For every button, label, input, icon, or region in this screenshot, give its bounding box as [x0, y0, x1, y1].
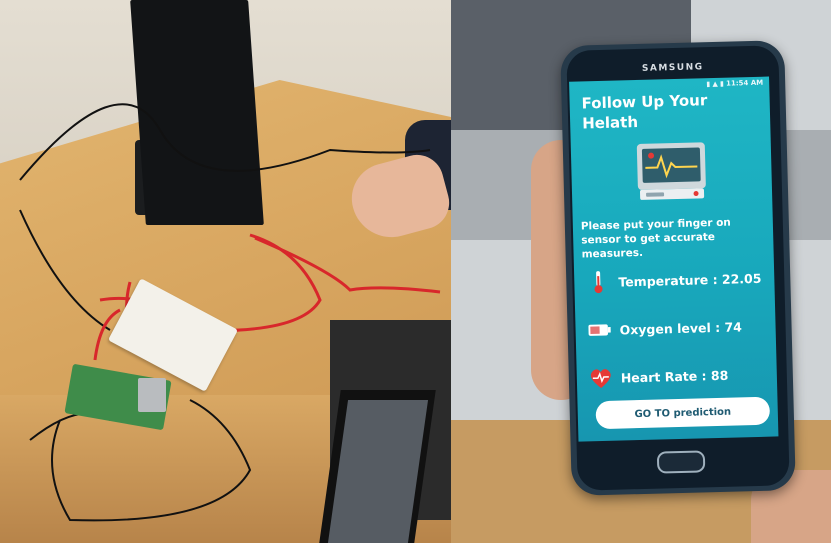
instructions-text: Please put your finger on sensor to get …: [580, 216, 731, 261]
smartphone: SAMSUNG ▮ ▲ ▮ 11:54 AM Follow Up Your He…: [560, 40, 796, 496]
usb-ports: [138, 378, 166, 412]
hardware-setup-photo: [0, 0, 451, 543]
battery-icon: [587, 318, 612, 343]
home-button[interactable]: [656, 450, 706, 474]
health-monitor-icon: [636, 142, 706, 200]
phone-app-photo: SAMSUNG ▮ ▲ ▮ 11:54 AM Follow Up Your He…: [451, 0, 831, 543]
oxygen-label: Oxygen level : 74: [619, 318, 743, 338]
heart-rate-row: Heart Rate : 88: [589, 361, 776, 392]
status-time: 11:54 AM: [725, 78, 764, 88]
temperature-label: Temperature : 22.05: [618, 270, 762, 290]
status-icons: ▮ ▲ ▮: [706, 79, 727, 89]
oxygen-row: Oxygen level : 74: [587, 313, 774, 344]
heart-pulse-icon: [589, 366, 614, 391]
heart-rate-label: Heart Rate : 88: [620, 367, 729, 386]
app-title: Follow Up Your Helath: [581, 91, 708, 133]
status-bar: ▮ ▲ ▮ 11:54 AM: [706, 79, 763, 88]
go-to-prediction-button[interactable]: GO TO prediction: [595, 396, 771, 430]
temperature-row: Temperature : 22.05: [586, 265, 773, 296]
thermometer-icon: [586, 270, 611, 295]
app-screen: ▮ ▲ ▮ 11:54 AM Follow Up Your Helath Ple…: [569, 76, 779, 442]
